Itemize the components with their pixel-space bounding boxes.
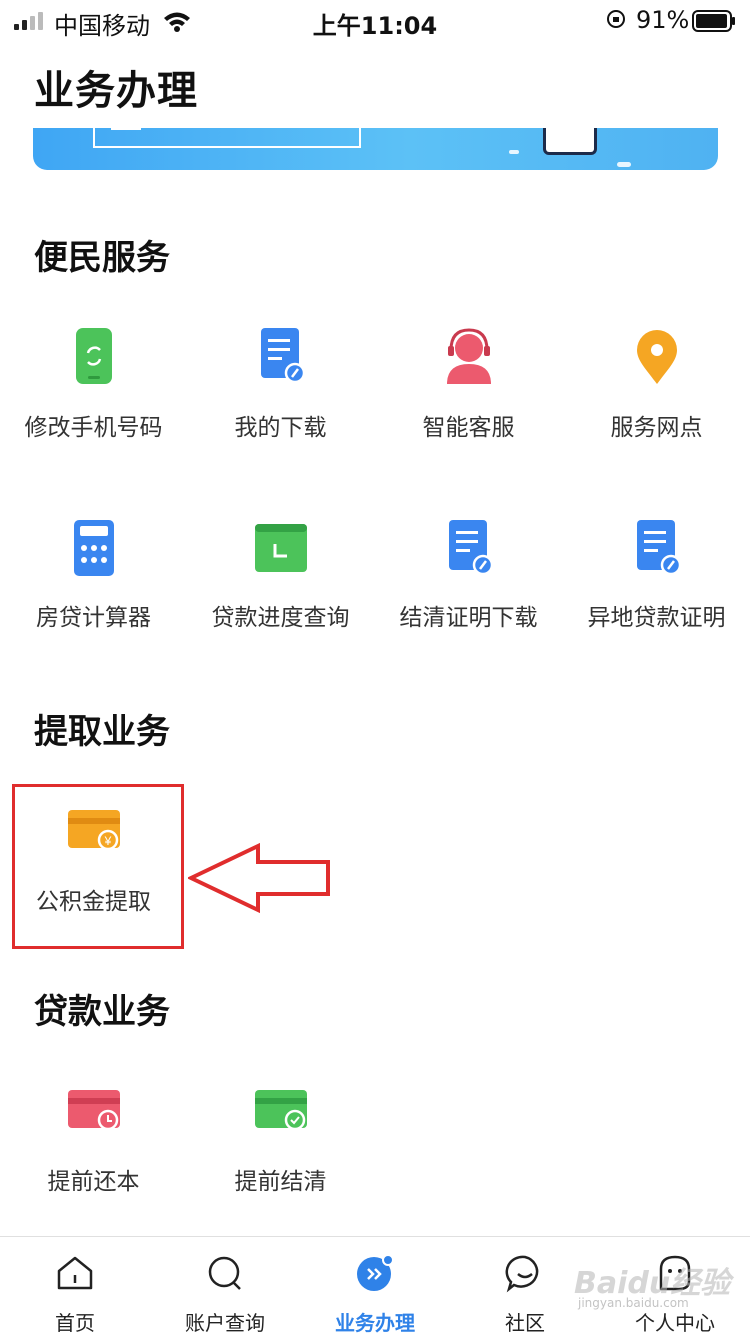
tile-change-phone[interactable]: 修改手机号码 <box>0 326 187 442</box>
battery-icon <box>692 10 735 32</box>
card-clock-icon <box>62 1080 126 1144</box>
document-download-icon <box>249 326 313 390</box>
section-title-withdrawal: 提取业务 <box>34 712 170 752</box>
section-title-loan: 贷款业务 <box>34 992 170 1032</box>
tab-account-query[interactable]: 账户查询 <box>150 1237 300 1335</box>
business-icon <box>357 1254 394 1291</box>
chat-icon <box>505 1255 539 1293</box>
tile-label: 我的下载 <box>234 415 327 441</box>
loan-progress-icon <box>249 516 313 580</box>
tile-smart-service[interactable]: 智能客服 <box>375 326 562 442</box>
tab-home[interactable]: 首页 <box>0 1237 150 1335</box>
card-check-icon <box>249 1080 313 1144</box>
tile-label: 贷款进度查询 <box>211 605 350 631</box>
tile-label: 提前结清 <box>234 1169 327 1195</box>
tile-label: 服务网点 <box>610 415 703 441</box>
location-pin-icon <box>625 326 689 390</box>
document-icon <box>437 516 501 580</box>
watermark-url: jingyan.baidu.com <box>578 1296 689 1310</box>
tile-service-outlets[interactable]: 服务网点 <box>563 326 750 442</box>
tile-mortgage-calculator[interactable]: 房贷计算器 <box>0 516 187 632</box>
tile-prepay-principal[interactable]: 提前还本 <box>0 1080 187 1196</box>
tile-label: 结清证明下载 <box>399 605 538 631</box>
tile-early-settlement[interactable]: 提前结清 <box>187 1080 374 1196</box>
tile-remote-loan-certificate[interactable]: 异地贷款证明 <box>563 516 750 632</box>
battery-percent: 91% <box>636 6 690 34</box>
tab-business[interactable]: 业务办理 <box>300 1237 450 1335</box>
arrow-left-icon <box>188 842 330 914</box>
tile-loan-progress[interactable]: 贷款进度查询 <box>187 516 374 632</box>
tile-my-downloads[interactable]: 我的下载 <box>187 326 374 442</box>
phone-refresh-icon <box>62 326 126 390</box>
customer-service-icon <box>437 326 501 390</box>
tile-label: 修改手机号码 <box>24 415 163 441</box>
tile-label: 智能客服 <box>422 415 515 441</box>
search-icon <box>208 1256 241 1290</box>
home-icon <box>57 1256 93 1290</box>
tile-label: 异地贷款证明 <box>587 605 726 631</box>
calculator-icon <box>62 516 126 580</box>
tile-label: 房贷计算器 <box>36 605 151 631</box>
page-title: 业务办理 <box>34 68 198 114</box>
section-title-convenience: 便民服务 <box>34 238 170 278</box>
tile-settlement-certificate[interactable]: 结清证明下载 <box>375 516 562 632</box>
document-icon <box>625 516 689 580</box>
status-bar: 中国移动 上午11:04 91% <box>0 0 750 44</box>
promo-banner[interactable] <box>33 128 718 170</box>
rotation-lock-icon <box>607 10 625 28</box>
tile-label: 提前还本 <box>47 1169 140 1195</box>
highlight-box <box>12 784 184 949</box>
